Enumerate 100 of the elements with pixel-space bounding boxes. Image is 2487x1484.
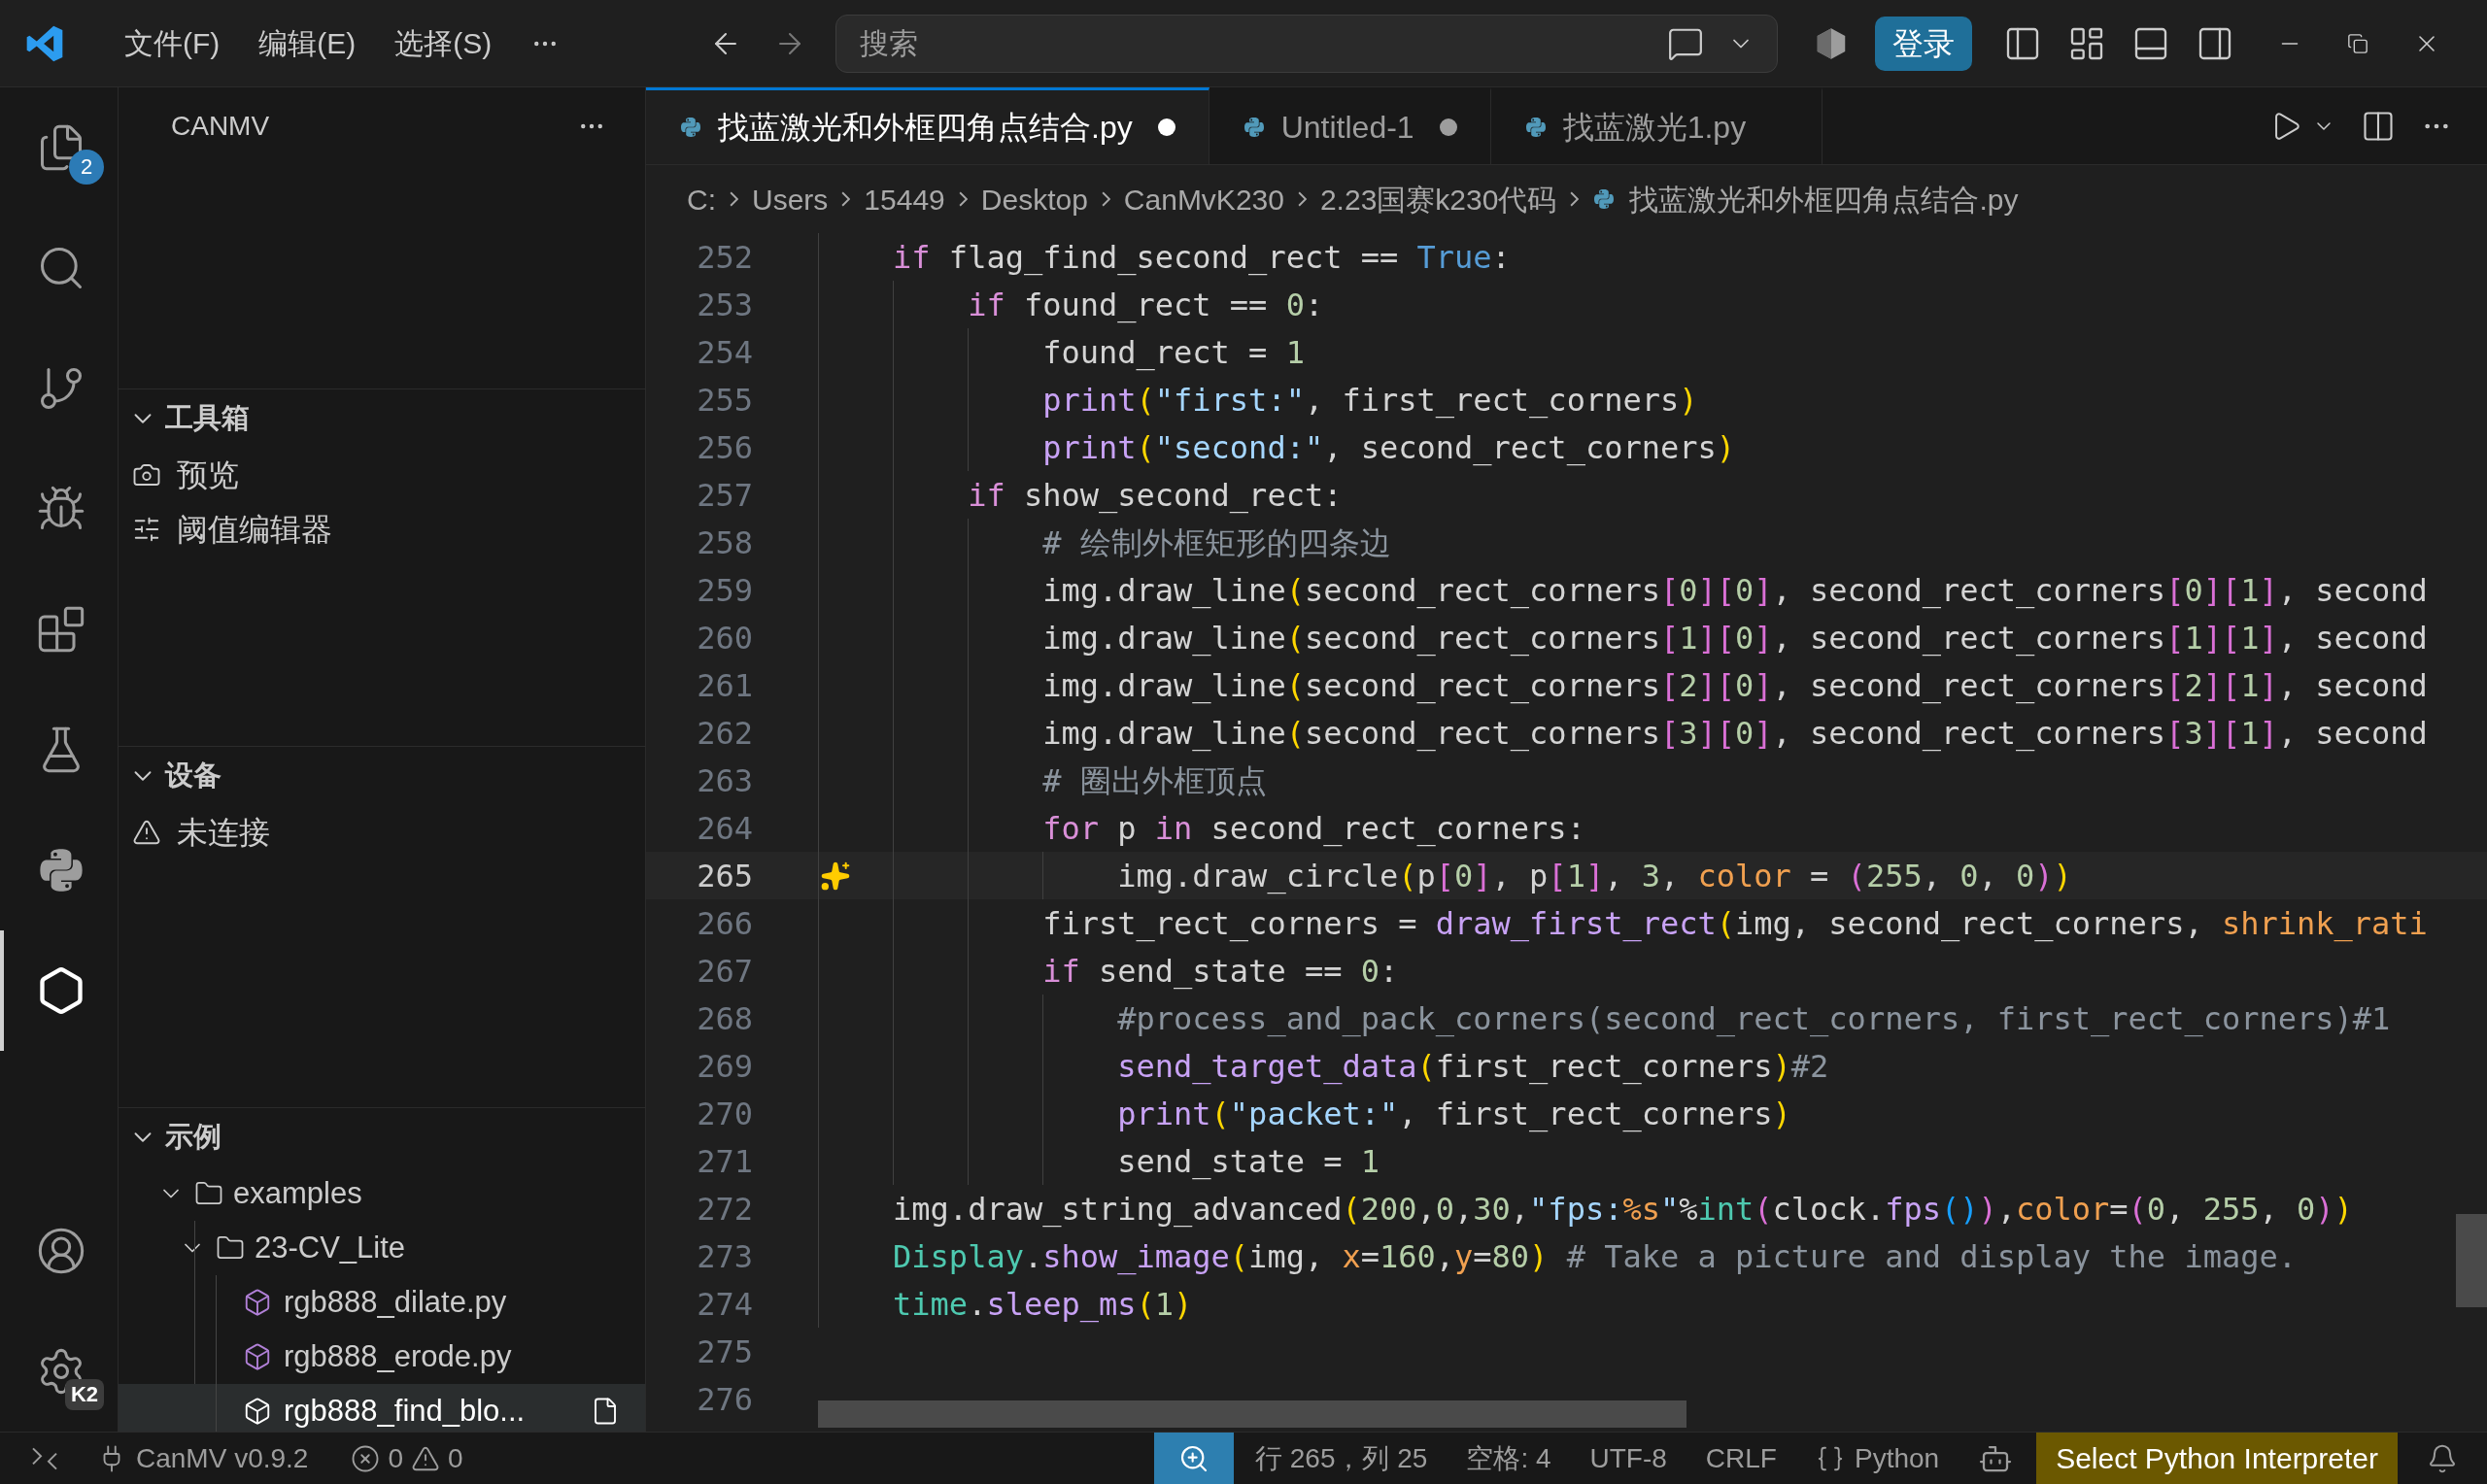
menu-item[interactable]: 选择(S) (375, 16, 512, 71)
line-number: 260 (696, 618, 754, 658)
line-number: 257 (696, 475, 754, 516)
interpreter-button[interactable]: Select Python Interpreter (2036, 1433, 2398, 1484)
breadcrumb-item[interactable]: 2.23国赛k230代码 (1319, 177, 1557, 221)
menu-item[interactable]: 编辑(E) (239, 16, 376, 71)
code-line: print("packet:", first_rect_corners) (1117, 1095, 1791, 1132)
code-line: print("second:", second_rect_corners) (1042, 428, 1735, 466)
bell-icon[interactable] (2427, 1442, 2458, 1474)
scrollbar-thumb[interactable] (818, 1400, 1686, 1428)
menu-item[interactable]: 文件(F) (105, 16, 240, 71)
restore-icon[interactable] (2347, 32, 2369, 54)
line-number: 254 (696, 332, 754, 373)
sparkle-icon[interactable] (820, 860, 851, 892)
indentation-status[interactable]: 空格: 4 (1466, 1437, 1551, 1479)
code-line: send_state = 1 (1117, 1142, 1380, 1180)
problems-status[interactable]: 0 0 (351, 1437, 463, 1479)
code-line: if found_rect == 0: (968, 286, 1324, 323)
line-number: 262 (696, 713, 754, 754)
python-icon (679, 116, 702, 139)
editor-tab[interactable]: Untitled-1 (1209, 87, 1491, 164)
line-number: 261 (696, 665, 754, 706)
encoding-status[interactable]: UTF-8 (1589, 1437, 1667, 1479)
line-number: 270 (696, 1094, 754, 1134)
cube-icon (243, 1342, 272, 1371)
chevron-icon (730, 191, 738, 207)
line-number: 273 (696, 1236, 754, 1277)
code-line: #process_and_pack_corners(second_rect_corners, first_rect_corners)#1 (1117, 999, 2391, 1037)
sign-in-button[interactable]: 登录 (1875, 16, 1973, 71)
folder-row[interactable]: 23-CV_Lite (119, 1221, 645, 1275)
file-row[interactable]: rgb888_dilate.py (119, 1275, 645, 1330)
tool-item[interactable]: 未连接 (119, 805, 645, 860)
folder-row[interactable]: examples (119, 1166, 645, 1221)
chevron-icon (958, 191, 968, 207)
zoom-status[interactable] (1153, 1433, 1234, 1484)
line-number: 275 (696, 1332, 754, 1372)
sidebar-title: CANMV (171, 110, 270, 143)
line-number: 265 (696, 856, 754, 896)
breadcrumb-item[interactable]: 15449 (864, 177, 945, 221)
code-line: if send_state == 0: (1042, 952, 1399, 990)
language-status[interactable]: Python (1815, 1437, 1940, 1479)
cube-icon (243, 1288, 272, 1317)
badge: K2 (64, 1379, 104, 1410)
chevron-icon (841, 191, 851, 207)
line-number: 272 (696, 1189, 754, 1230)
line-number: 271 (696, 1141, 754, 1182)
line-number: 266 (696, 903, 754, 944)
code-line: # 圈出外框顶点 (1042, 761, 1267, 799)
file-row[interactable]: rgb888_find_blo... (119, 1384, 645, 1432)
code-line: img.draw_line(second_rect_corners[0][0], second_rect_corners[0][1], second (1042, 571, 2428, 609)
file-row[interactable]: rgb888_erode.py (119, 1330, 645, 1384)
breadcrumb-item[interactable]: 找蓝激光和外框四角点结合.py (1629, 177, 2019, 221)
python-icon (1523, 116, 1548, 139)
error-icon (351, 1443, 381, 1473)
search-field[interactable]: 搜索 (835, 14, 1779, 73)
code-line: print("first:", first_rect_corners) (1042, 381, 1698, 419)
activity-item[interactable]: K2 (0, 1311, 118, 1432)
line-number: 264 (696, 808, 754, 849)
chevron-icon (1297, 191, 1307, 207)
chevron-icon (1101, 191, 1110, 207)
line-number: 252 (696, 237, 754, 278)
badge: 2 (69, 150, 104, 185)
python-icon (1242, 116, 1266, 139)
code-line: img.draw_string_advanced(200,0,30,"fps:%s"%int(clock.fps()),color=(0, 255, 0)) (893, 1190, 2353, 1228)
breadcrumb-item[interactable]: CanMvK230 (1123, 177, 1284, 221)
editor-tab[interactable]: 找蓝激光1.py (1490, 87, 1823, 164)
code-line: time.sleep_ms(1) (893, 1285, 1193, 1323)
code-line: # 绘制外框矩形的四条边 (1042, 523, 1391, 561)
section-header[interactable]: 工具箱 (119, 389, 645, 448)
tool-item[interactable]: 阈值编辑器 (119, 502, 645, 556)
code-line: img.draw_line(second_rect_corners[1][0], second_rect_corners[1][1], second (1042, 619, 2428, 657)
tool-item[interactable]: 预览 (119, 448, 645, 502)
line-number: 263 (696, 760, 754, 801)
line-number: 253 (696, 285, 754, 325)
folder-name: examples (233, 1174, 362, 1212)
board-status[interactable]: CanMV v0.9.2 (97, 1437, 309, 1479)
chevron-icon (1570, 191, 1580, 207)
line-number: 258 (696, 523, 754, 563)
eol-status[interactable]: CRLF (1705, 1437, 1777, 1479)
breadcrumb-item[interactable]: C: (687, 177, 716, 221)
code-line: found_rect = 1 (1042, 333, 1305, 371)
code-line: img.draw_circle(p[0], p[1], 3, color = (255, 0, 0)) (1117, 857, 2072, 894)
editor-tab[interactable]: 找蓝激光和外框四角点结合.py (646, 87, 1209, 164)
line-number: 267 (696, 951, 754, 992)
code-line: Display.show_image(img, x=160,y=80) # Take a picture and display the image. (893, 1237, 2297, 1275)
cursor-position[interactable]: 行 265，列 25 (1254, 1437, 1428, 1479)
breadcrumb-item[interactable]: Desktop (980, 177, 1088, 221)
code-line: if show_second_rect: (968, 476, 1343, 514)
breadcrumb-item[interactable]: Users (752, 177, 829, 221)
section-header[interactable]: 示例 (119, 1108, 645, 1166)
line-number: 268 (696, 998, 754, 1039)
section-header[interactable]: 设备 (119, 747, 645, 805)
sliders-icon (132, 515, 161, 544)
activity-item[interactable]: 2 (0, 87, 118, 208)
line-number: 276 (696, 1379, 754, 1420)
code-line: img.draw_line(second_rect_corners[2][0], second_rect_corners[2][1], second (1042, 666, 2428, 704)
code-line: img.draw_line(second_rect_corners[3][0], second_rect_corners[3][1], second (1042, 714, 2428, 752)
cube-icon (243, 1397, 272, 1426)
scrollbar-thumb[interactable] (2456, 1214, 2487, 1307)
file-name: rgb888_erode.py (284, 1337, 513, 1375)
